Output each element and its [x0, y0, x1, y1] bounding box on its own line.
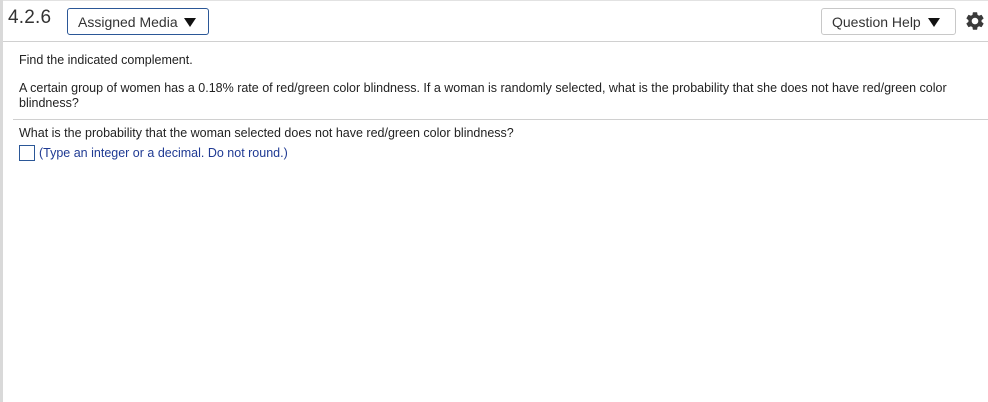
instruction-text: Find the indicated complement. [19, 53, 193, 67]
answer-row: (Type an integer or a decimal. Do not ro… [19, 145, 288, 161]
question-help-label: Question Help [832, 13, 921, 30]
problem-text: A certain group of women has a 0.18% rat… [19, 81, 947, 110]
question-header: 4.2.6 Assigned Media Question Help [0, 0, 988, 42]
header-divider [3, 41, 988, 42]
question-frame: 4.2.6 Assigned Media Question Help Find … [0, 0, 988, 402]
gear-icon[interactable] [964, 10, 986, 32]
answer-hint: (Type an integer or a decimal. Do not ro… [39, 145, 288, 160]
assigned-media-label: Assigned Media [78, 13, 178, 30]
question-divider [13, 119, 988, 120]
caret-down-icon [927, 17, 940, 27]
answer-input[interactable] [19, 145, 35, 161]
question-number: 4.2.6 [8, 7, 52, 28]
left-edge-divider [0, 0, 3, 402]
question-prompt: What is the probability that the woman s… [19, 126, 514, 140]
question-help-button[interactable]: Question Help [821, 8, 956, 35]
caret-down-icon [183, 17, 196, 27]
assigned-media-button[interactable]: Assigned Media [67, 8, 209, 35]
